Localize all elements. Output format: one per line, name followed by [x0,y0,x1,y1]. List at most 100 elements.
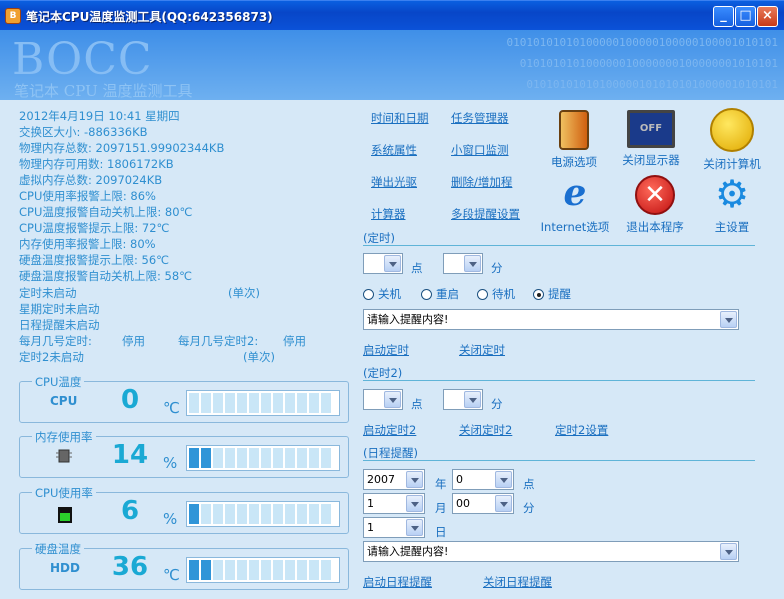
stop-timer2-link[interactable]: 关闭定时2 [459,422,512,438]
app-subtitle: 笔记本 CPU 温度监测工具 [14,82,193,100]
year-select[interactable]: 2007 [363,469,425,490]
gauge-segment [285,504,295,524]
exit-button[interactable]: ✕ 退出本程序 [615,175,695,235]
start-timer2-link[interactable]: 启动定时2 [363,422,416,438]
timer-hour-select[interactable] [363,253,403,274]
main-settings-button[interactable]: ⚙ 主设置 [692,175,772,235]
radio-label: 提醒 [548,287,571,301]
shutdown-button[interactable]: 关闭计算机 [692,108,772,172]
multi-reminder-link[interactable]: 多段提醒设置 [451,206,520,222]
chevron-down-icon [495,495,512,512]
info-line: CPU使用率报警上限: 86% [19,189,156,203]
timer-status: 定时未启动 [19,286,77,300]
button-caption: 关闭计算机 [703,157,761,171]
binary-decoration: 01010101010100000101010101000001010101 [526,78,778,91]
gauge-unit: % [163,454,178,472]
gauge-segment [321,393,331,413]
eject-link[interactable]: 弹出光驱 [371,174,417,190]
timer2-minute-select[interactable] [443,389,483,410]
radio-shutdown[interactable]: 关机 [363,286,401,302]
gauge-bar [186,445,340,471]
schedule-message-input[interactable]: 请输入提醒内容! [363,541,739,562]
gauge-segment [213,504,223,524]
week-timer-status: 星期定时未启动 [19,302,100,316]
start-schedule-link[interactable]: 启动日程提醒 [363,574,432,590]
info-line: 物理内存总数: 2097151.99902344KB [19,141,225,155]
gauge-segment [225,504,235,524]
year-value: 2007 [367,473,395,486]
chevron-down-icon [384,255,401,272]
schedule-hour-select[interactable]: 0 [452,469,514,490]
maximize-button[interactable]: □ [735,6,756,27]
stop-schedule-link[interactable]: 关闭日程提醒 [483,574,552,590]
cpu-usage-icon [58,507,72,526]
sysprop-link[interactable]: 系统属性 [371,142,417,158]
gauge-segment [249,560,259,580]
gauge-value: 14 [111,440,149,470]
gauge-segment [237,393,247,413]
close-button[interactable]: × [757,6,778,27]
gauge-segment [189,393,199,413]
timer2-hour-select[interactable] [363,389,403,410]
info-line: 内存使用率报警上限: 80% [19,237,156,251]
minute-value: 00 [456,497,470,510]
minimize-button[interactable]: _ [713,6,734,27]
timer-message-input[interactable]: 请输入提醒内容! [363,309,739,330]
close-icon: ✕ [635,175,675,215]
logo-text: BOCC [12,34,153,85]
schedule-minute-select[interactable]: 00 [452,493,514,514]
app-icon[interactable]: B [5,8,21,24]
radio-restart[interactable]: 重启 [421,286,459,302]
cpu-usage-gauge: CPU使用率 6 % [19,485,349,534]
radio-remind[interactable]: 提醒 [533,286,571,302]
gauge-segment [261,393,271,413]
power-options-button[interactable]: 电源选项 [534,110,614,170]
monitor-off-button[interactable]: OFF 关闭显示器 [611,110,691,168]
miniwin-link[interactable]: 小窗口监测 [451,142,509,158]
cpu-temp-gauge: CPU温度 CPU 0 ℃ [19,374,349,423]
monitor-icon: OFF [627,110,675,148]
gauge-segment [225,393,235,413]
button-caption: 电源选项 [551,155,597,169]
gauge-segment [189,448,199,468]
gauge-segment [237,504,247,524]
addremove-link[interactable]: 删除/增加程 [451,174,512,190]
radio-circle-selected [533,288,544,300]
message-text: 请输入提醒内容! [367,313,449,326]
start-timer-link[interactable]: 启动定时 [363,342,409,358]
gauge-bar [186,501,340,527]
gauge-segment [309,504,319,524]
chevron-down-icon [406,471,423,488]
internet-options-button[interactable]: e Internet选项 [535,175,615,235]
taskmgr-link[interactable]: 任务管理器 [451,110,509,126]
radio-circle [477,288,488,300]
month-value: 1 [367,497,374,510]
month-label: 月 [435,501,447,515]
chevron-down-icon [464,391,481,408]
power-icon [710,108,754,152]
timer-minute-select[interactable] [443,253,483,274]
radio-label: 待机 [492,287,515,301]
gauge-segment [225,560,235,580]
chevron-down-icon [720,311,737,328]
gauge-segment [237,448,247,468]
hdd-icon: HDD [50,561,80,575]
calculator-link[interactable]: 计算器 [371,206,406,222]
day-select[interactable]: 1 [363,517,425,538]
datetime-link[interactable]: 时间和日期 [371,110,429,126]
gauge-segment [201,504,211,524]
month-select[interactable]: 1 [363,493,425,514]
gauge-segment [261,448,271,468]
binary-decoration: 010101010100000010000000100000001010101 [519,57,778,70]
radio-standby[interactable]: 待机 [477,286,515,302]
gauge-label: 硬盘温度 [32,541,84,557]
chevron-down-icon [406,519,423,536]
timer2-settings-link[interactable]: 定时2设置 [555,422,608,438]
day-label: 日 [435,525,447,539]
gauge-segment [273,504,283,524]
gauge-segment [297,393,307,413]
stop-timer-link[interactable]: 关闭定时 [459,342,505,358]
gauge-segment [249,448,259,468]
info-line: CPU温度报警自动关机上限: 80℃ [19,205,193,219]
gauge-segment [213,448,223,468]
